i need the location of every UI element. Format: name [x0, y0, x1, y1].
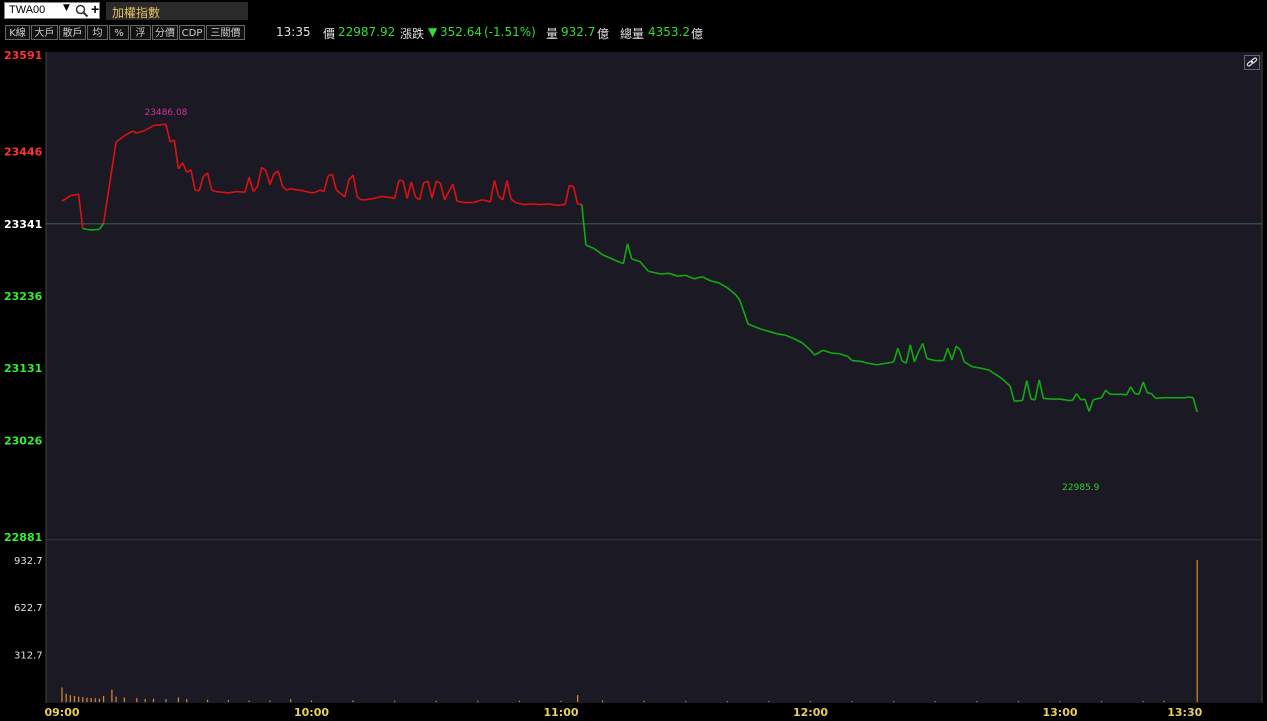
y-tick-label: 23446	[4, 146, 43, 159]
y-tick-label: 23236	[4, 290, 43, 303]
volume-unit: 億	[597, 27, 610, 41]
price-panel	[46, 52, 1262, 540]
kline-button[interactable]: K線	[5, 25, 30, 40]
y-tick-label: 23131	[4, 362, 42, 375]
price-value: 22987.92	[338, 25, 396, 39]
y-tick-label: 23341	[4, 218, 42, 231]
three-levels-button[interactable]: 三關價	[206, 25, 245, 40]
change-arrow-icon: ▼	[428, 25, 438, 39]
quote-time: 13:35	[276, 25, 311, 39]
volume-tick-label: 312.7	[14, 650, 43, 661]
price-segment	[1184, 396, 1190, 399]
price-segment	[1043, 397, 1052, 400]
x-tick-label: 12:00	[793, 706, 828, 719]
price-segment	[660, 272, 670, 275]
x-tick-label: 09:00	[44, 706, 79, 719]
toolbar: K線 大戶 散戶 均 % 浮 分價 CDP 三關價 13:35 價 22987.…	[0, 22, 1267, 44]
x-tick-label: 10:00	[294, 706, 329, 719]
volume-tick-label: 932.7	[14, 556, 43, 567]
price-segment	[1014, 399, 1023, 402]
total-volume-value: 4353.2	[648, 25, 690, 39]
float-button[interactable]: 浮	[130, 25, 151, 40]
y-tick-label: 23591	[4, 49, 42, 62]
search-icon[interactable]	[75, 4, 89, 17]
intraday-chart: 23591 23446 23341 23236 23131 23026 22881 932.7…	[4, 49, 1263, 719]
low-label: 22985.9	[1062, 483, 1099, 493]
change-percent: (-1.51%)	[484, 25, 536, 39]
symbol-code: TWA00	[9, 4, 46, 16]
cdp-button[interactable]: CDP	[179, 25, 205, 40]
percent-button[interactable]: %	[109, 25, 129, 40]
retail-trader-button[interactable]: 散戶	[59, 25, 86, 40]
price-segment	[311, 191, 316, 194]
symbol-title: 加權指數	[112, 6, 161, 20]
link-icon[interactable]	[1244, 55, 1260, 70]
x-tick-label: 13:30	[1167, 706, 1202, 719]
y-tick-label: 23026	[4, 434, 43, 447]
symbol-selector[interactable]: TWA00 ▼ +	[4, 1, 100, 19]
price-segment	[831, 352, 840, 355]
price-segment	[1155, 396, 1165, 400]
top-bar: TWA00 ▼ + 加權指數	[0, 0, 1267, 22]
high-label: 23486.08	[144, 108, 187, 118]
change-label: 漲跌	[400, 27, 425, 41]
volume-tick-label: 622.7	[14, 603, 43, 614]
price-segment	[523, 203, 532, 206]
y-tick-label: 22881	[4, 531, 42, 544]
price-label: 價	[323, 27, 336, 41]
volume-panel	[46, 541, 1262, 703]
price-segment	[531, 203, 541, 206]
add-icon[interactable]: +	[91, 1, 99, 17]
price-segment	[577, 203, 582, 206]
total-volume-unit: 億	[691, 27, 704, 41]
x-tick-label: 13:00	[1042, 706, 1077, 719]
average-button[interactable]: 均	[87, 25, 108, 40]
price-segment	[236, 190, 246, 194]
symbol-title-box: 加權指數	[106, 2, 248, 20]
volume-value: 932.7	[561, 25, 596, 39]
x-tick-label: 11:00	[543, 706, 578, 719]
price-segment	[1147, 392, 1152, 395]
price-segment	[556, 203, 566, 207]
dropdown-caret-icon[interactable]: ▼	[63, 3, 70, 13]
big-trader-button[interactable]: 大戶	[31, 25, 58, 40]
price-segment	[852, 359, 861, 363]
price-distribution-button[interactable]: 分價	[152, 25, 178, 40]
price-segment	[540, 203, 549, 206]
price-segment	[91, 228, 100, 231]
change-value: 352.64	[440, 25, 482, 39]
total-volume-label: 總量	[620, 27, 645, 41]
volume-label: 量	[546, 27, 559, 41]
price-segment	[1188, 396, 1194, 399]
price-segment	[677, 274, 686, 277]
chart-window: TWA00 ▼ + 加權指數 K線 大戶 散戶 均 % 浮 分價 CDP 三關價…	[0, 0, 1267, 721]
